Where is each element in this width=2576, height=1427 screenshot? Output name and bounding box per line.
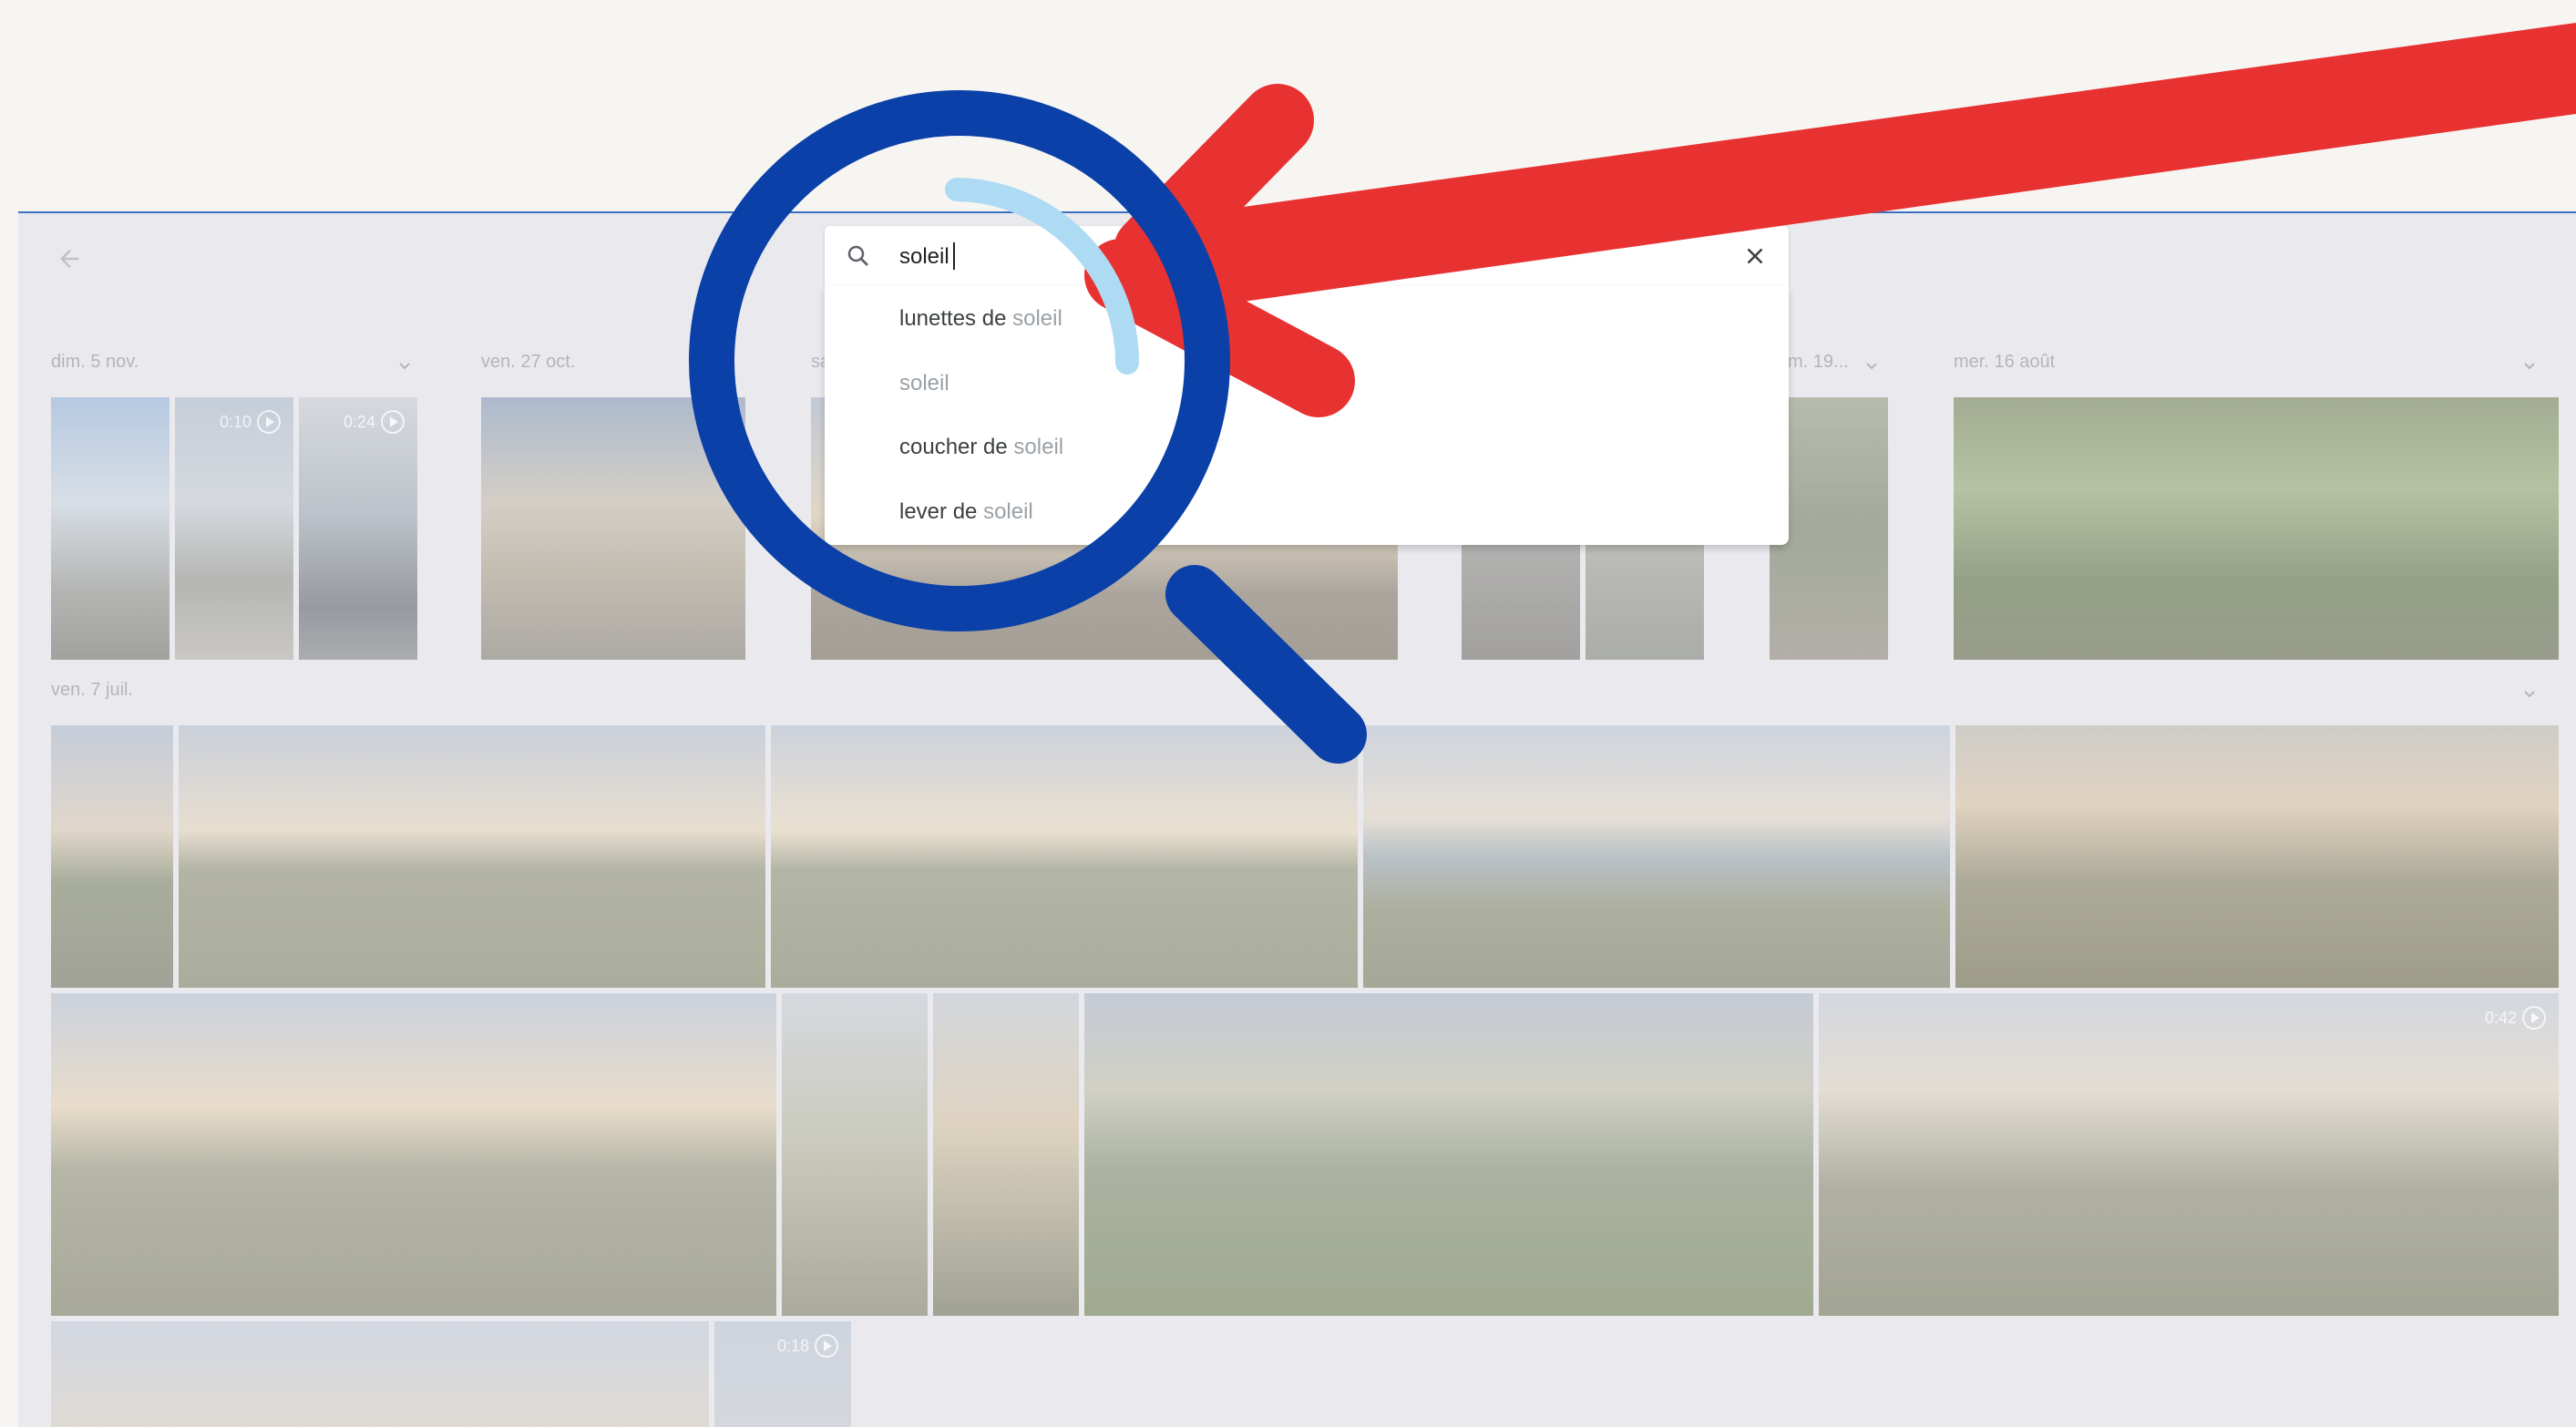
suggestion-item[interactable]: lever de soleil: [899, 489, 1719, 535]
search-suggestions: lunettes de soleil soleil coucher de sol…: [825, 286, 1789, 545]
video-badge: 0:18: [777, 1334, 838, 1358]
suggestion-match: soleil: [1012, 306, 1062, 331]
arrow-back-icon: [60, 250, 78, 268]
play-circle-icon: [2522, 1006, 2546, 1030]
suggestion-match: soleil: [983, 499, 1033, 524]
suggestion-item[interactable]: lunettes de soleil: [899, 296, 1719, 342]
group-date-label: mer. 16 août: [1954, 352, 2056, 372]
photo-tile[interactable]: [771, 725, 1358, 988]
suggestion-match: soleil: [899, 371, 949, 395]
suggestion-item[interactable]: soleil: [899, 361, 1719, 406]
video-duration: 0:10: [219, 412, 251, 431]
photo-tile[interactable]: [933, 993, 1079, 1316]
suggestion-item[interactable]: coucher de soleil: [899, 425, 1719, 470]
photo-tile[interactable]: [782, 993, 928, 1316]
photo-tile[interactable]: 0:18: [714, 1321, 851, 1427]
video-badge: 0:24: [344, 410, 405, 434]
play-circle-icon: [815, 1334, 838, 1358]
suggestion-match: soleil: [1013, 435, 1064, 459]
photo-tile[interactable]: [1955, 725, 2559, 988]
video-duration: 0:42: [2484, 1008, 2517, 1027]
photo-tile[interactable]: [1363, 725, 1950, 988]
photo-tile[interactable]: [1084, 993, 1813, 1316]
photo-tile[interactable]: [51, 1321, 709, 1427]
search-bar: [825, 226, 1789, 286]
search-icon[interactable]: [845, 242, 872, 270]
chevron-down-icon[interactable]: [2519, 355, 2540, 377]
chevron-down-icon[interactable]: [1861, 355, 1883, 377]
suggestion-prefix: lever de: [899, 499, 984, 524]
group-date-label: dim. 5 nov.: [51, 352, 139, 372]
video-duration: 0:24: [343, 412, 375, 431]
group-date-label: ven. 27 oct.: [481, 352, 576, 372]
video-badge: 0:10: [220, 410, 281, 434]
back-button[interactable]: [51, 241, 87, 277]
play-circle-icon: [257, 410, 281, 434]
chevron-down-icon[interactable]: [2519, 683, 2540, 705]
photo-tile[interactable]: [1954, 397, 2559, 660]
text-cursor: [953, 242, 955, 270]
photo-tile[interactable]: [51, 725, 173, 988]
photo-tile[interactable]: 0:10: [175, 397, 293, 660]
suggestion-prefix: coucher de: [899, 435, 1014, 459]
photo-tile[interactable]: [51, 397, 169, 660]
photo-tile[interactable]: [481, 397, 745, 660]
play-circle-icon: [381, 410, 405, 434]
group-date-label: ven. 7 juil.: [51, 680, 134, 700]
photo-tile[interactable]: [51, 993, 776, 1316]
video-duration: 0:18: [776, 1336, 809, 1355]
video-badge: 0:42: [2485, 1006, 2546, 1030]
chevron-down-icon[interactable]: [394, 355, 416, 377]
group-date-label: m. 19...: [1788, 352, 1849, 372]
close-icon[interactable]: [1741, 242, 1769, 270]
photo-tile[interactable]: [179, 725, 765, 988]
photo-tile[interactable]: 0:42: [1819, 993, 2559, 1316]
photo-tile[interactable]: 0:24: [299, 397, 417, 660]
suggestion-prefix: lunettes de: [899, 306, 1013, 331]
search-input[interactable]: [898, 235, 1703, 279]
